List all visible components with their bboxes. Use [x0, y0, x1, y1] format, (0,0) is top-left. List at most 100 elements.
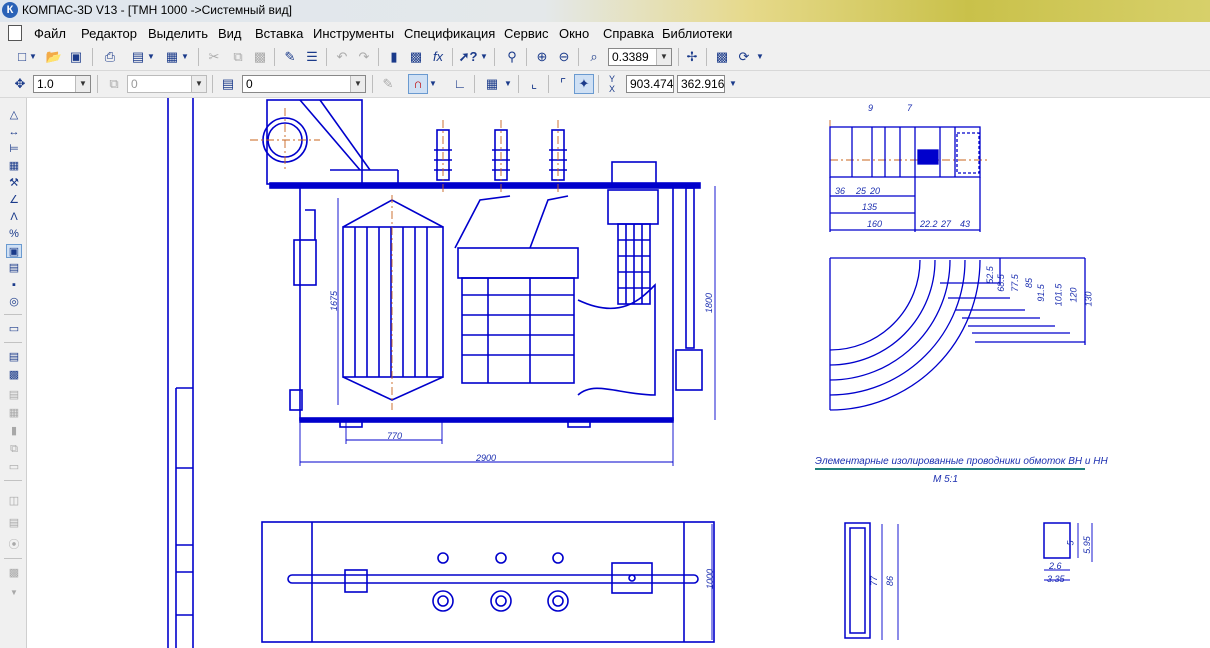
properties-icon[interactable]: ☰ — [302, 47, 322, 67]
disabled-tool-8-icon[interactable]: ⦿ — [6, 538, 22, 552]
orthogonal-icon[interactable]: ∟ — [450, 74, 470, 94]
grid-icon[interactable]: ▦ — [482, 74, 502, 94]
paste-icon[interactable]: ▩ — [250, 47, 270, 67]
copy-icon[interactable]: ⧉ — [228, 47, 248, 67]
style-combo[interactable]: 0 ▼ — [242, 75, 366, 93]
disabled-tool-9-icon[interactable]: ▩ — [6, 566, 22, 580]
zoom-out-icon[interactable]: ⊖ — [554, 47, 574, 67]
layer-state-icon[interactable]: ⧉ — [104, 74, 124, 94]
style-dropdown-icon[interactable]: ▼ — [350, 76, 365, 92]
style-layers-icon[interactable]: ▤ — [218, 74, 238, 94]
document-icon[interactable] — [8, 25, 22, 41]
analysis-icon[interactable]: % — [6, 227, 22, 241]
manager-dropdown-icon[interactable]: ▼ — [180, 47, 190, 67]
redo-icon[interactable]: ↷ — [354, 47, 374, 67]
parametrization-icon[interactable]: ⚒ — [6, 176, 22, 190]
dim-68-5: 68.5 — [995, 274, 1006, 292]
layer-combo[interactable]: 0 ▼ — [127, 75, 207, 93]
dim-1800: 1800 — [704, 292, 715, 314]
zoom-window-icon[interactable]: ⚲ — [502, 47, 522, 67]
menu-bar: Файл Редактор Выделить Вид Вставка Инстр… — [0, 22, 1210, 44]
menu-specification[interactable]: Спецификация — [404, 26, 495, 41]
layers-icon[interactable]: ▤ — [6, 350, 22, 364]
menu-service[interactable]: Сервис — [504, 26, 549, 41]
insert-icon[interactable]: ◎ — [6, 295, 22, 309]
preview-dropdown-icon[interactable]: ▼ — [146, 47, 156, 67]
layer-dropdown-icon[interactable]: ▼ — [191, 76, 206, 92]
zoom-scale-icon[interactable]: ⌕ — [584, 47, 604, 67]
parameterize-icon[interactable]: ✎ — [378, 74, 398, 94]
step-combo[interactable]: 1.0 ▼ — [33, 75, 91, 93]
round-icon[interactable]: ⌜ — [553, 74, 573, 94]
print-preview-icon[interactable]: ▤ — [128, 47, 148, 67]
reports-icon[interactable]: ▪ — [6, 278, 22, 292]
dim-20: 20 — [870, 186, 881, 196]
cursor-coords-icon[interactable]: ✦ — [574, 74, 594, 94]
snap-dropdown-icon[interactable]: ▼ — [428, 74, 438, 94]
format-brush-icon[interactable]: ✎ — [280, 47, 300, 67]
show-all-icon[interactable]: ▩ — [712, 47, 732, 67]
zoom-in-icon[interactable]: ⊕ — [532, 47, 552, 67]
edit-icon[interactable]: ▦ — [6, 159, 22, 173]
dim-160: 160 — [867, 219, 883, 229]
undo-icon[interactable]: ↶ — [332, 47, 352, 67]
disabled-tool-7-icon[interactable]: ▤ — [6, 516, 22, 530]
menu-window[interactable]: Окно — [559, 26, 589, 41]
dim-77-5: 77.5 — [1009, 274, 1020, 292]
specification-icon[interactable]: ▤ — [6, 261, 22, 275]
dimensions-icon[interactable]: ↔ — [6, 125, 22, 139]
menu-libraries[interactable]: Библиотеки — [662, 26, 732, 41]
drawing-canvas[interactable]: 2900 770 1675 1800 1000 36 25 20 135 160… — [27, 98, 1210, 648]
menu-help[interactable]: Справка — [603, 26, 654, 41]
pan-icon[interactable]: ✢ — [682, 47, 702, 67]
manager-panel-icon[interactable]: ▮ — [384, 47, 404, 67]
grid-dropdown-icon[interactable]: ▼ — [503, 74, 513, 94]
step-cursor-icon[interactable]: ✥ — [10, 74, 30, 94]
select-icon[interactable]: Λ — [6, 210, 22, 224]
local-cs-icon[interactable]: ⌞ — [524, 74, 544, 94]
variables-icon[interactable]: ▩ — [406, 47, 426, 67]
geometry-icon[interactable]: △ — [6, 108, 22, 122]
document-manager-icon[interactable]: ▦ — [162, 47, 182, 67]
menu-insert[interactable]: Вставка — [255, 26, 303, 41]
function-fx-icon[interactable]: fx — [428, 47, 448, 67]
measure-icon[interactable]: ∠ — [6, 193, 22, 207]
menu-file[interactable]: Файл — [34, 26, 66, 41]
print-icon[interactable]: ⎙ — [100, 47, 120, 67]
refresh-icon[interactable]: ⟳ — [734, 47, 754, 67]
dim-27: 27 — [941, 219, 952, 229]
disabled-tool-1-icon[interactable]: ▤ — [6, 388, 22, 402]
disabled-tool-4-icon[interactable]: ⧉ — [6, 442, 22, 456]
menu-view[interactable]: Вид — [218, 26, 242, 41]
disabled-tool-5-icon[interactable]: ▭ — [6, 460, 22, 474]
disabled-tool-2-icon[interactable]: ▦ — [6, 406, 22, 420]
snap-magnet-icon[interactable]: ∩ — [408, 74, 428, 94]
zoom-dropdown-icon[interactable]: ▼ — [656, 49, 671, 65]
toolbar2-overflow-icon[interactable]: ▼ — [728, 74, 738, 94]
disabled-tool-3-icon[interactable]: ▮ — [6, 424, 22, 438]
designations-icon[interactable]: ⊨ — [6, 142, 22, 156]
dim-135: 135 — [862, 202, 878, 212]
step-dropdown-icon[interactable]: ▼ — [75, 76, 90, 92]
menu-tools[interactable]: Инструменты — [313, 26, 394, 41]
help-dropdown-icon[interactable]: ▼ — [479, 47, 489, 67]
zoom-combo[interactable]: 0.3389 ▼ — [608, 48, 672, 66]
panel-group2-icon[interactable]: ▭ — [6, 322, 22, 336]
standard-toolbar: □ ▼ 📂 ▣ ⎙ ▤ ▼ ▦ ▼ ✂ ⧉ ▩ ✎ ☰ ↶ ↷ ▮ ▩ fx ➚… — [0, 44, 1210, 71]
views-icon[interactable]: ▣ — [6, 244, 22, 258]
dim-36: 36 — [835, 186, 846, 196]
new-dropdown-icon[interactable]: ▼ — [28, 47, 38, 67]
dim-22-2: 22.2 — [920, 219, 938, 229]
menu-edit[interactable]: Редактор — [81, 26, 137, 41]
context-help-icon[interactable]: ➚? — [458, 47, 478, 67]
cut-icon[interactable]: ✂ — [204, 47, 224, 67]
open-folder-icon[interactable]: 📂 — [44, 47, 64, 67]
menu-select[interactable]: Выделить — [148, 26, 208, 41]
coord-y-field[interactable]: 362.916 — [677, 75, 725, 93]
panel-scroll-down-icon[interactable]: ▼ — [6, 586, 22, 600]
fragments-icon[interactable]: ▩ — [6, 368, 22, 382]
coord-x-field[interactable]: 903.474 — [626, 75, 674, 93]
save-icon[interactable]: ▣ — [66, 47, 86, 67]
toolbar1-overflow-icon[interactable]: ▼ — [755, 47, 765, 67]
disabled-tool-6-icon[interactable]: ◫ — [6, 494, 22, 508]
